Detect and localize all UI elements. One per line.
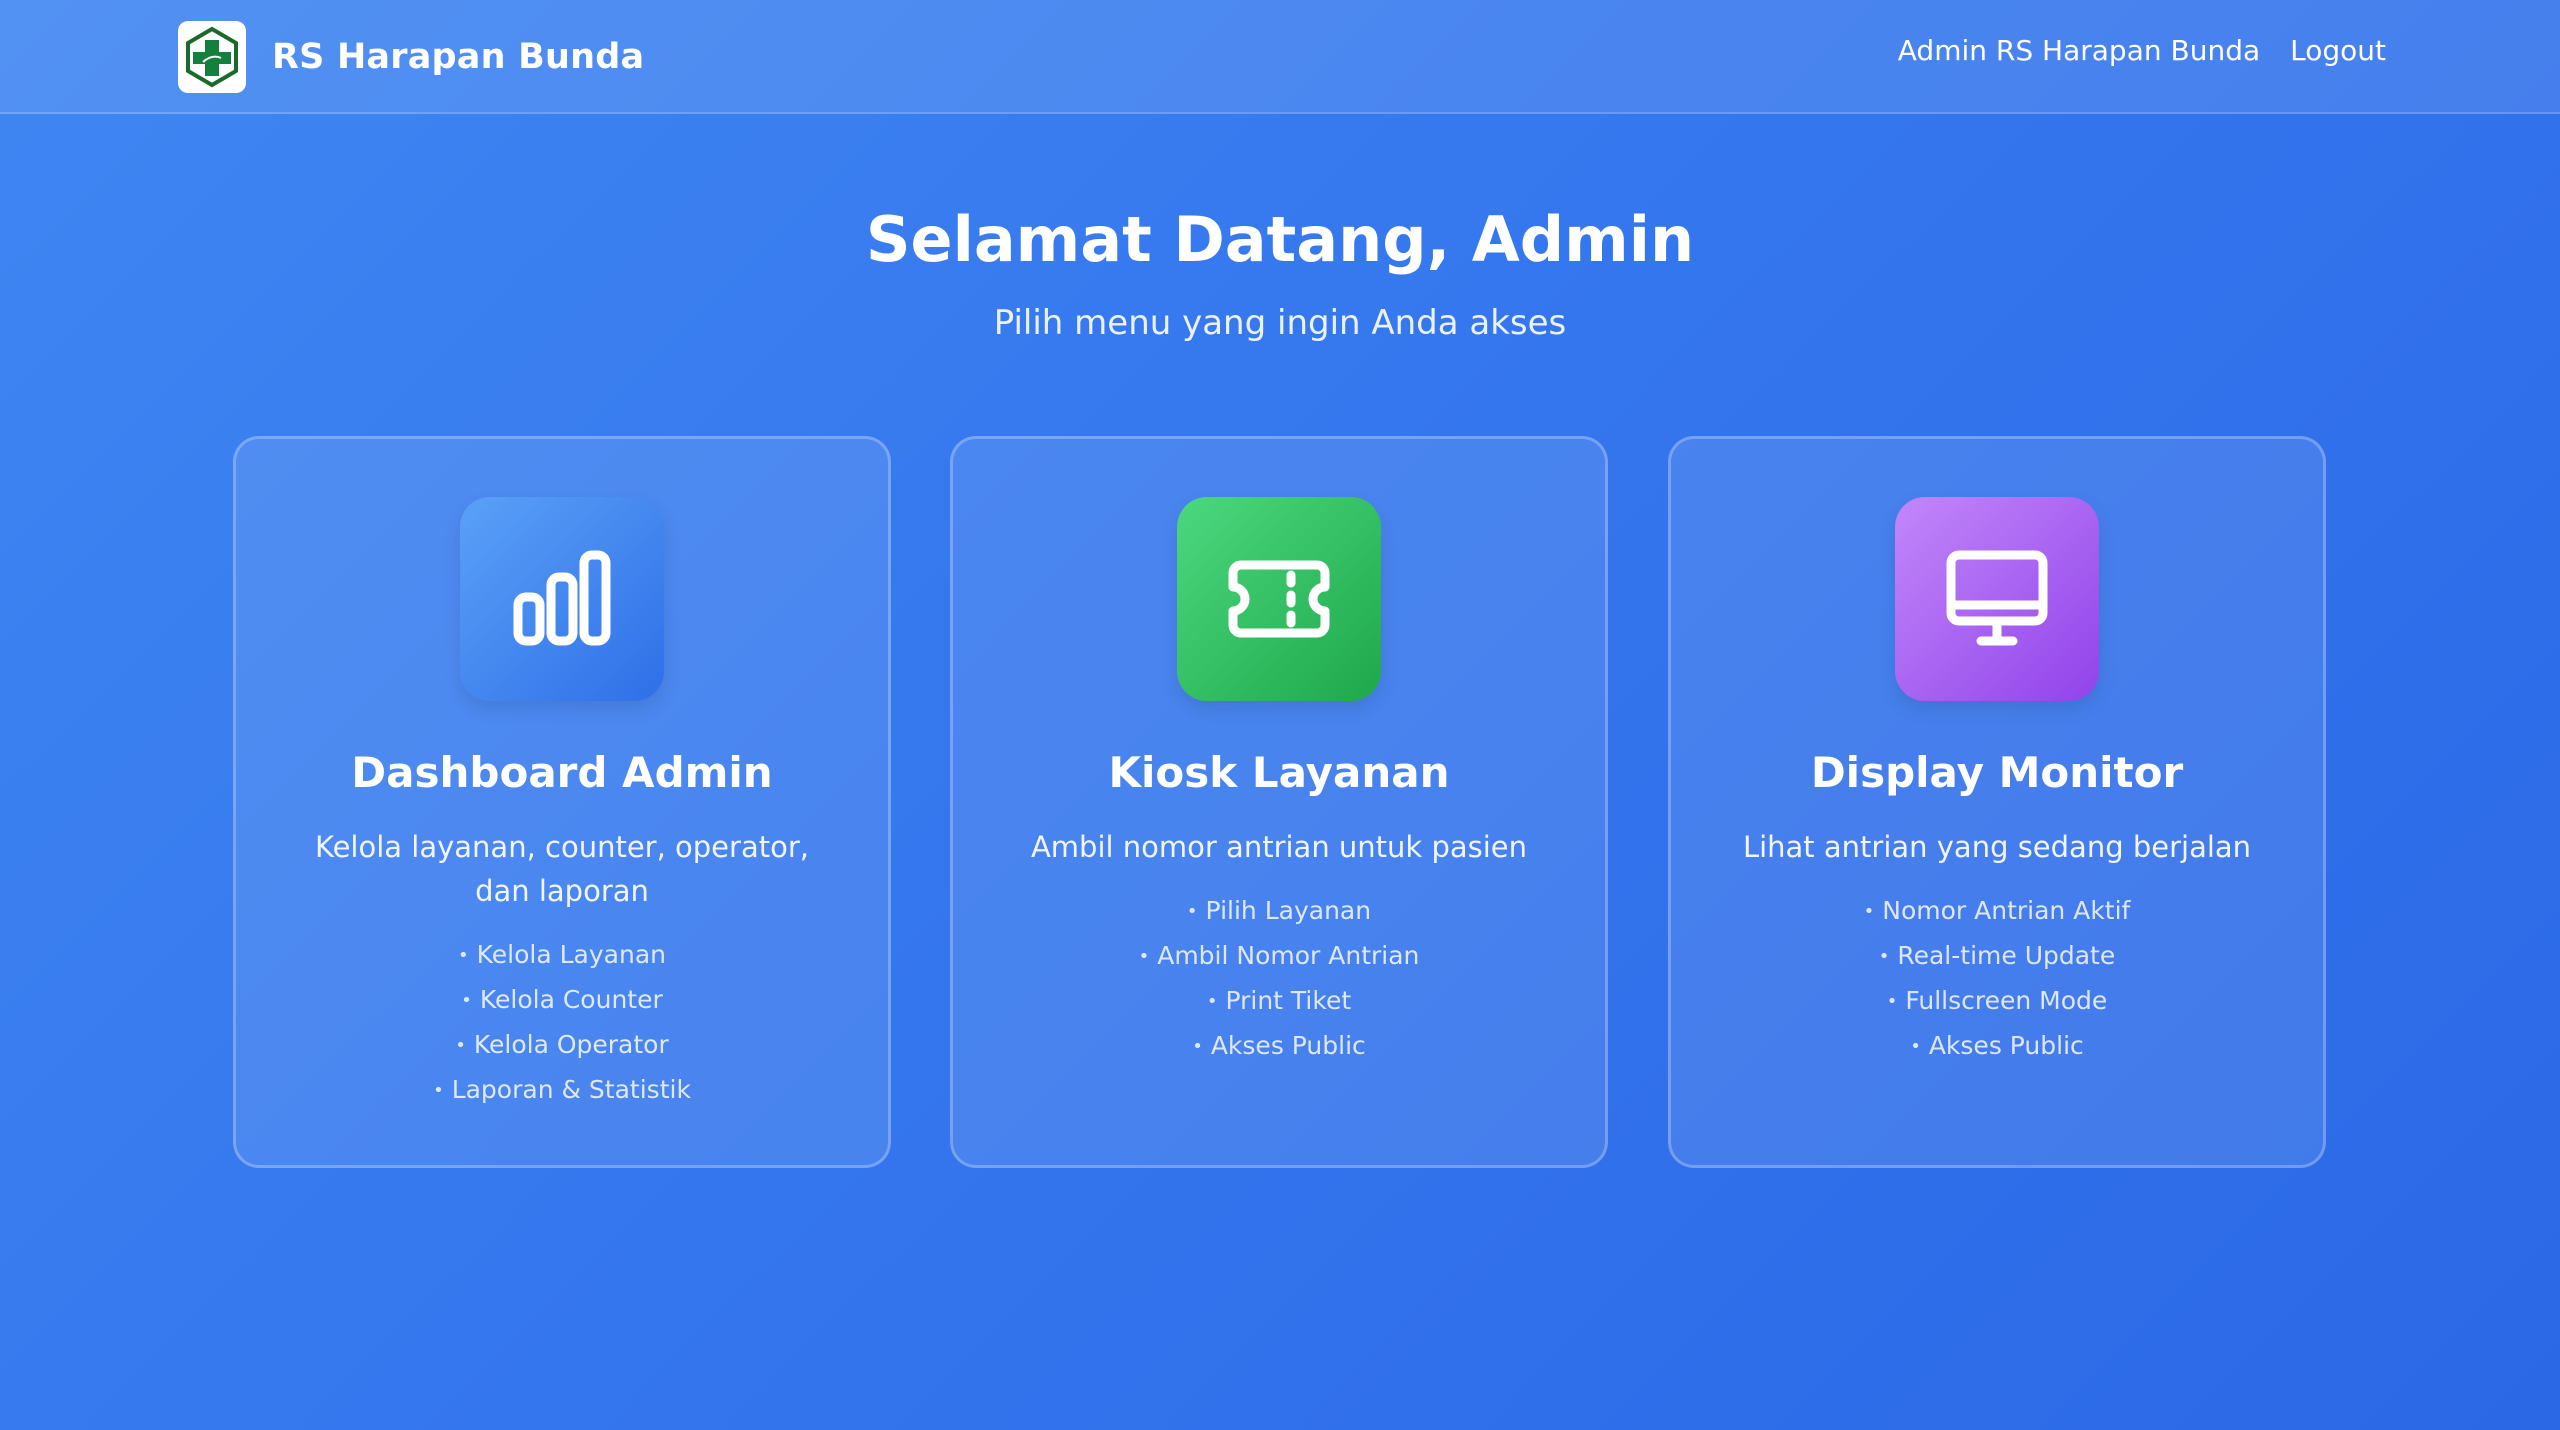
card-title: Dashboard Admin [351, 748, 773, 797]
list-item: • Akses Public [953, 1024, 1605, 1069]
feature-label: Kelola Operator [473, 1030, 669, 1059]
list-item: • Ambil Nomor Antrian [953, 934, 1605, 979]
page-subtitle: Pilih menu yang ingin Anda akses [993, 303, 1567, 343]
bullet: • [433, 1080, 444, 1101]
list-item: • Print Tiket [953, 979, 1605, 1024]
bullet: • [1878, 946, 1890, 967]
feature-list: • Kelola Layanan • Kelola Counter • Kelola … [236, 933, 888, 1113]
feature-label: Fullscreen Mode [1905, 986, 2108, 1015]
welcome-section: Selamat Datang, Admin Pilih menu yang in… [0, 196, 2560, 348]
ticket-icon [1177, 497, 1381, 701]
list-item: • Nomor Antrian Aktif [1671, 889, 2323, 934]
card-description: Ambil nomor antrian untuk pasien [1030, 830, 1528, 864]
monitor-icon [1895, 497, 2099, 701]
bullet: • [1138, 946, 1150, 967]
user-name: Admin RS Harapan Bunda [1897, 34, 2261, 67]
card-description: Lihat antrian yang sedang berjalan [1742, 830, 2252, 864]
bullet: • [1910, 1036, 1921, 1057]
card-dashboard-admin[interactable]: Dashboard Admin Kelola layanan, counter,… [233, 436, 891, 1168]
feature-label: Ambil Nomor Antrian [1157, 941, 1420, 970]
bullet: • [458, 945, 469, 966]
bullet: • [1206, 991, 1218, 1012]
list-item: • Pilih Layanan [953, 889, 1605, 934]
bullet: • [455, 1035, 466, 1056]
feature-list: • Nomor Antrian Aktif • Real-time Update •… [1671, 889, 2323, 1069]
feature-label: Akses Public [1928, 1031, 2084, 1060]
bullet: • [461, 990, 472, 1011]
nav-right: Admin RS Harapan Bunda Logout [1898, 34, 2386, 67]
feature-label: Akses Public [1210, 1031, 1366, 1060]
app-name: RS Harapan Bunda [272, 37, 645, 77]
bullet: • [1186, 901, 1198, 922]
list-item: • Real-time Update [1671, 934, 2323, 979]
hospital-cross-logo [178, 21, 246, 93]
bullet: • [1863, 901, 1875, 922]
brand[interactable]: RS Harapan Bunda [178, 21, 644, 93]
feature-label: Nomor Antrian Aktif [1882, 896, 2131, 925]
menu-cards: Dashboard Admin Kelola layanan, counter,… [233, 436, 2327, 1168]
card-description: Kelola layanan, counter, operator, dan l… [315, 830, 809, 908]
bullet: • [1192, 1036, 1203, 1057]
top-navbar: RS Harapan Bunda Admin RS Harapan Bunda … [0, 0, 2560, 114]
list-item: • Kelola Layanan [236, 933, 888, 978]
feature-label: Kelola Counter [479, 985, 663, 1014]
list-item: • Kelola Operator [236, 1023, 888, 1068]
page-title: Selamat Datang, Admin [865, 203, 1695, 276]
feature-label: Pilih Layanan [1205, 896, 1372, 925]
feature-label: Kelola Layanan [476, 940, 666, 969]
card-display-monitor[interactable]: Display Monitor Lihat antrian yang sedan… [1668, 436, 2326, 1168]
card-kiosk-layanan[interactable]: Kiosk Layanan Ambil nomor antrian untuk … [950, 436, 1608, 1168]
list-item: • Fullscreen Mode [1671, 979, 2323, 1024]
list-item: • Akses Public [1671, 1024, 2323, 1069]
bar-chart-icon [460, 497, 664, 701]
feature-label: Real-time Update [1897, 941, 2116, 970]
logout-link[interactable]: Logout [2290, 34, 2386, 67]
feature-label: Laporan & Statistik [451, 1075, 691, 1104]
card-title: Kiosk Layanan [1108, 748, 1450, 797]
feature-label: Print Tiket [1225, 986, 1352, 1015]
feature-list: • Pilih Layanan • Ambil Nomor Antrian • Pri… [953, 889, 1605, 1069]
card-title: Display Monitor [1810, 748, 2184, 797]
list-item: • Kelola Counter [236, 978, 888, 1023]
bullet: • [1886, 991, 1898, 1012]
list-item: • Laporan & Statistik [236, 1068, 888, 1113]
